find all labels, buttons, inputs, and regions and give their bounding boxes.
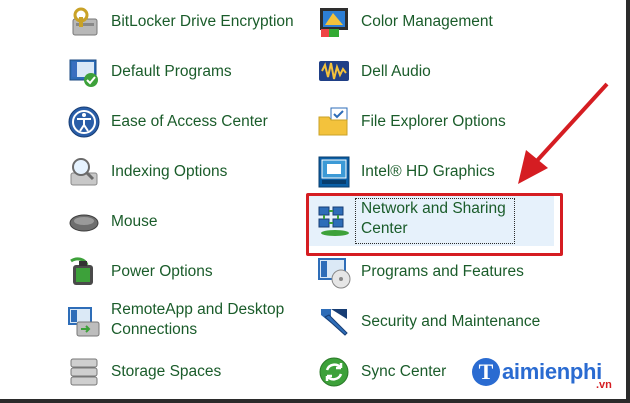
file-explorer-options-label: File Explorer Options [361, 113, 506, 130]
indexing-options-icon [70, 158, 98, 186]
programs-and-features-label: Programs and Features [361, 263, 524, 280]
item-power-options[interactable]: Power Options [67, 255, 297, 295]
default-programs-label: Default Programs [111, 63, 232, 80]
sync-center-icon [319, 357, 349, 387]
sync-center-label: Sync Center [361, 363, 447, 380]
item-color-management[interactable]: Color Management [317, 5, 547, 45]
dell-audio-icon [319, 61, 349, 81]
item-programs-and-features[interactable]: Programs and Features [317, 255, 547, 295]
color-management-icon [320, 8, 348, 37]
watermark-logo: T aimienphi .vn [472, 355, 622, 395]
remoteapp-icon [68, 307, 100, 337]
bitlocker-label: BitLocker Drive Encryption [111, 13, 294, 30]
file-explorer-options-icon [318, 107, 348, 136]
watermark-suffix: .vn [596, 379, 612, 391]
intel-hd-graphics-icon [318, 156, 350, 188]
power-options-label: Power Options [111, 263, 213, 280]
indexing-options-label: Indexing Options [111, 163, 228, 180]
item-indexing-options[interactable]: Indexing Options [67, 155, 297, 195]
security-maintenance-icon [321, 309, 348, 336]
item-storage-spaces[interactable]: Storage Spaces [67, 355, 297, 395]
default-programs-icon [69, 59, 98, 87]
item-mouse[interactable]: Mouse [67, 205, 297, 245]
item-default-programs[interactable]: Default Programs [67, 55, 297, 95]
annotation-arrow-icon [518, 82, 609, 184]
remoteapp-label-line2: Connections [111, 321, 198, 338]
storage-spaces-label: Storage Spaces [111, 363, 222, 380]
color-management-label: Color Management [361, 13, 493, 30]
intel-hd-graphics-label: Intel® HD Graphics [361, 163, 495, 180]
item-bitlocker[interactable]: BitLocker Drive Encryption [67, 5, 297, 45]
item-ease-of-access[interactable]: Ease of Access Center [67, 105, 297, 145]
mouse-label: Mouse [111, 213, 158, 230]
item-security-maintenance[interactable]: Security and Maintenance [317, 305, 547, 345]
security-maintenance-label: Security and Maintenance [361, 313, 541, 330]
item-remoteapp[interactable]: RemoteApp and Desktop Connections [67, 300, 297, 344]
dell-audio-label: Dell Audio [361, 63, 431, 80]
watermark-name: aimienphi [502, 359, 602, 384]
programs-and-features-icon [318, 258, 351, 289]
remoteapp-label-line1: RemoteApp and Desktop [111, 301, 285, 318]
bitlocker-icon [72, 7, 98, 36]
power-options-icon [70, 257, 93, 285]
control-panel-window: BitLocker Drive Encryption Default Progr… [0, 0, 630, 403]
watermark-mark: T [472, 358, 500, 386]
ease-of-access-icon [68, 106, 100, 138]
storage-spaces-icon [70, 358, 98, 386]
annotation-box [306, 193, 563, 256]
mouse-icon [69, 214, 99, 232]
ease-of-access-label: Ease of Access Center [111, 113, 268, 130]
